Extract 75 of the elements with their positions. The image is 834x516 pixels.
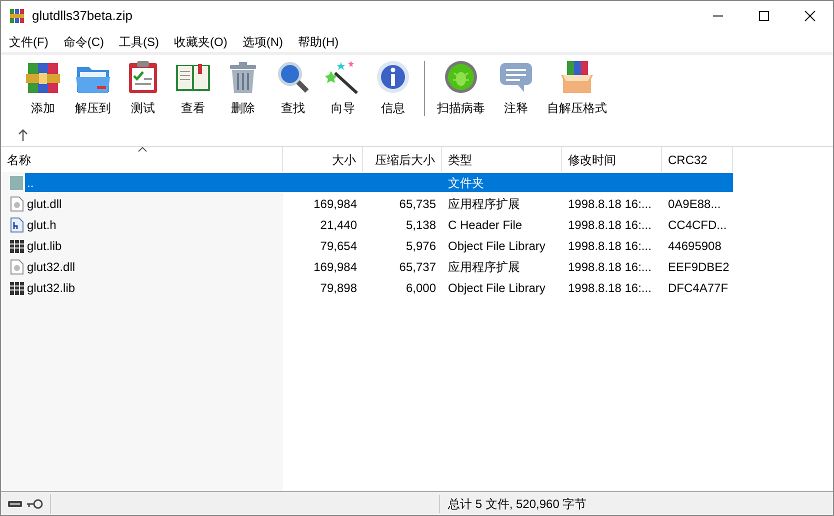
bug-icon	[443, 59, 479, 95]
library-icon	[9, 238, 25, 254]
file-row[interactable]: glut32.lib 79,898 6,000 Object File Library 1998.8.18 16:... DFC4A77F	[25, 278, 733, 297]
table-cell-text: 79,654	[320, 238, 357, 254]
table-cell-text: 应用程序扩展	[448, 258, 520, 276]
key-icon	[26, 498, 44, 508]
table-cell-text: 文件夹	[448, 174, 484, 192]
magic-wand-icon	[325, 59, 361, 95]
file-name: ..	[27, 174, 34, 192]
table-cell-text: 1998.8.18 16:...	[568, 238, 652, 254]
gear-file-icon	[9, 196, 25, 212]
table-cell-text: 21,440	[320, 216, 357, 234]
info-icon	[375, 59, 411, 95]
archive-icon	[9, 8, 25, 24]
table-cell-text: 6,000	[406, 280, 436, 296]
toolbar-button[interactable]: 查找	[268, 59, 318, 117]
maximize-icon	[758, 10, 770, 22]
menu-item[interactable]: 帮助(H)	[294, 32, 343, 50]
table-cell-text: Object File Library	[448, 280, 546, 296]
menu-item[interactable]: 文件(F)	[5, 32, 52, 50]
box-icon	[559, 59, 595, 95]
file-name: glut32.dll	[27, 258, 76, 276]
toolbar-button[interactable]: 查看	[168, 59, 218, 117]
menu-item[interactable]: 工具(S)	[115, 32, 163, 50]
folder-icon	[9, 174, 25, 190]
menu-item[interactable]: 命令(C)	[59, 32, 108, 50]
up-arrow-icon	[18, 128, 28, 141]
close-icon	[804, 10, 816, 22]
drive-icon	[7, 498, 23, 508]
toolbar-button[interactable]: 解压到	[68, 59, 118, 117]
menu-item[interactable]: 选项(N)	[238, 32, 287, 50]
table-cell-text: 1998.8.18 16:...	[568, 196, 652, 212]
toolbar-button[interactable]: 自解压格式	[541, 59, 613, 117]
table-cell-text: 65,737	[399, 258, 436, 276]
table-cell-text: 0A9E88...	[668, 196, 721, 212]
file-row[interactable]: glut.dll 169,984 65,735 应用程序扩展 1998.8.18 16:... 0A9E88...	[25, 194, 733, 213]
table-cell-text: CC4CFD...	[668, 216, 727, 234]
table-cell-text: 65,735	[399, 196, 436, 212]
window-title: glutdlls37beta.zip	[32, 7, 132, 26]
toolbar-button[interactable]: 信息	[368, 59, 418, 117]
toolbar-button[interactable]: 向导	[318, 59, 368, 117]
table-cell-text: 169,984	[314, 258, 357, 276]
table-cell-text: 169,984	[314, 196, 357, 212]
library-icon	[9, 280, 25, 296]
file-name: glut.dll	[27, 196, 62, 212]
file-name: glut32.lib	[27, 280, 76, 296]
table-cell-text: Object File Library	[448, 238, 546, 254]
file-name: glut.h	[27, 216, 56, 234]
status-text: 总计 5 文件, 520,960 字节	[439, 494, 833, 512]
table-cell-text: 应用程序扩展	[448, 196, 520, 212]
table-cell-text: 1998.8.18 16:...	[568, 216, 652, 234]
table-cell-text: 5,976	[406, 238, 436, 254]
toolbar-button[interactable]: 添加	[18, 59, 68, 117]
file-row[interactable]: glut.h 21,440 5,138 C Header File 1998.8.18 16:... CC4CFD...	[25, 215, 733, 234]
header-file-icon	[9, 216, 25, 232]
table-cell-text: 79,898	[320, 280, 357, 296]
table-cell-text: 44695908	[668, 238, 722, 254]
file-row[interactable]: .. 文件夹	[25, 173, 733, 192]
file-row[interactable]: glut.lib 79,654 5,976 Object File Library 1998.8.18 16:... 44695908	[25, 236, 733, 255]
toolbar-button[interactable]: 测试	[118, 59, 168, 117]
search-icon	[275, 59, 311, 95]
toolbar-button[interactable]: 扫描病毒	[431, 59, 491, 117]
table-cell-text: EEF9DBE2	[668, 258, 730, 276]
table-cell-text: 5,138	[406, 216, 436, 234]
toolbar-button[interactable]: 删除	[218, 59, 268, 117]
table-cell-text: 1998.8.18 16:...	[568, 258, 652, 276]
file-row[interactable]: glut32.dll 169,984 65,737 应用程序扩展 1998.8.18 16:... EEF9DBE2	[25, 257, 733, 276]
file-name: glut.lib	[27, 238, 62, 254]
table-cell-text: C Header File	[448, 216, 522, 234]
column-header[interactable]: 名称	[1, 147, 283, 172]
table-cell-text: DFC4A77F	[668, 280, 728, 296]
menu-item[interactable]: 收藏夹(O)	[170, 32, 232, 50]
toolbar-button[interactable]: 注释	[491, 59, 541, 117]
gear-file-icon	[9, 258, 25, 274]
table-cell-text: 1998.8.18 16:...	[568, 280, 652, 296]
